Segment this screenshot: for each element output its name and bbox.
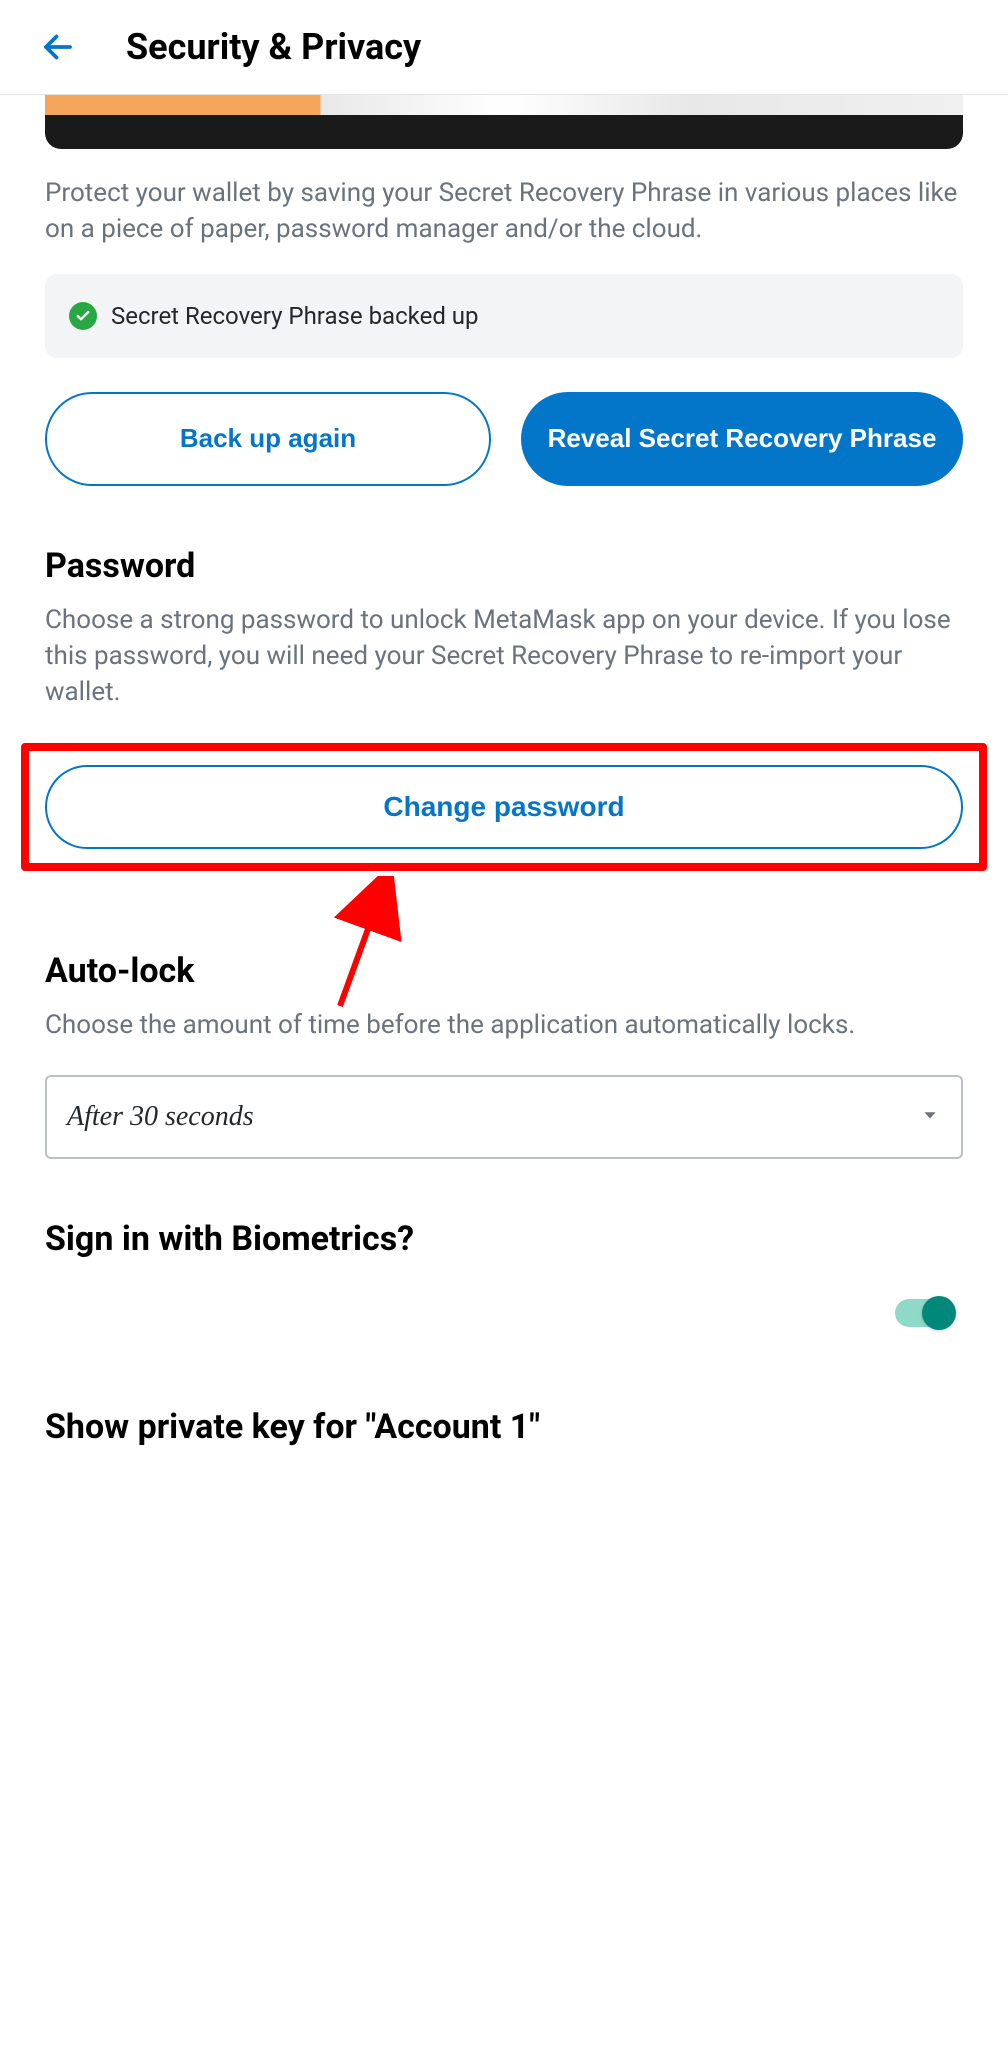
recovery-button-row: Back up again Reveal Secret Recovery Phr… <box>45 392 963 486</box>
password-section-title: Password <box>45 546 963 586</box>
backup-again-button[interactable]: Back up again <box>45 392 491 486</box>
page-title: Security & Privacy <box>126 26 421 68</box>
arrow-annotation <box>45 881 963 961</box>
autolock-select[interactable]: After 30 seconds <box>45 1075 963 1159</box>
biometrics-toggle[interactable] <box>895 1299 953 1327</box>
biometrics-section-title: Sign in with Biometrics? <box>45 1219 963 1259</box>
reveal-phrase-button[interactable]: Reveal Secret Recovery Phrase <box>521 392 963 486</box>
highlight-annotation: Change password <box>21 743 987 871</box>
header-bar: Security & Privacy <box>0 0 1008 95</box>
backup-status-text: Secret Recovery Phrase backed up <box>111 302 479 330</box>
chevron-down-icon <box>919 1104 941 1130</box>
check-circle-icon <box>69 302 97 330</box>
biometrics-toggle-row <box>45 1299 963 1327</box>
privatekey-section-title: Show private key for "Account 1" <box>45 1407 963 1447</box>
autolock-description: Choose the amount of time before the app… <box>45 1007 963 1043</box>
back-arrow-icon[interactable] <box>40 29 76 65</box>
video-placeholder <box>45 95 963 149</box>
toggle-knob <box>922 1296 956 1330</box>
autolock-value: After 30 seconds <box>67 1101 254 1133</box>
recovery-description: Protect your wallet by saving your Secre… <box>45 175 963 248</box>
backup-status-box: Secret Recovery Phrase backed up <box>45 274 963 358</box>
password-description: Choose a strong password to unlock MetaM… <box>45 602 963 711</box>
change-password-button[interactable]: Change password <box>45 765 963 849</box>
